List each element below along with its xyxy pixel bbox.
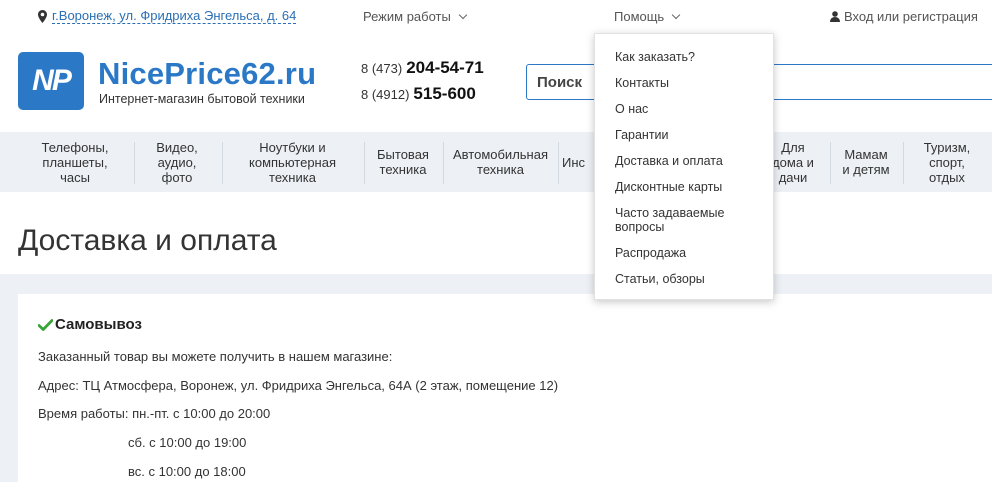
help-dropdown-menu: Как заказать? Контакты О нас Гарантии До… — [594, 33, 774, 300]
working-hours-label: Режим работы — [363, 9, 451, 24]
page-title: Доставка и оплата — [18, 224, 277, 257]
location-link[interactable]: г.Воронеж, ул. Фридриха Энгельса, д. 64 — [38, 9, 297, 24]
login-label: Вход или регистрация — [844, 9, 978, 24]
search-placeholder: Поиск — [537, 74, 583, 91]
nav-item-kids[interactable]: Мамам и детям — [833, 132, 899, 192]
menu-item-contacts[interactable]: Контакты — [615, 76, 669, 90]
brand-name[interactable]: NicePrice62.ru — [98, 56, 316, 92]
nav-item-tools[interactable]: Инс — [562, 132, 596, 192]
logo-mark: NP — [32, 64, 72, 97]
location-pin-icon — [38, 10, 47, 23]
pickup-hours-saturday: сб. с 10:00 до 19:00 — [128, 435, 247, 450]
nav-item-video[interactable]: Видео, аудио, фото — [137, 132, 217, 192]
nav-item-laptops[interactable]: Ноутбуки и компьютерная техника — [226, 132, 359, 192]
site-logo[interactable]: NP — [18, 52, 84, 110]
menu-item-articles[interactable]: Статьи, обзоры — [615, 272, 705, 286]
nav-item-phones[interactable]: Телефоны, планшеты, часы — [25, 132, 125, 192]
working-hours-menu[interactable]: Режим работы — [363, 9, 468, 24]
menu-item-faq[interactable]: Часто задаваемые вопросы — [615, 206, 724, 234]
login-link[interactable]: Вход или регистрация — [830, 9, 978, 24]
nav-item-auto[interactable]: Автомобильная техника — [446, 132, 555, 192]
nav-divider — [364, 142, 365, 184]
menu-item-about[interactable]: О нас — [615, 102, 648, 116]
chevron-down-icon — [458, 10, 468, 20]
phone-ryazan[interactable]: 8 (4912) 515-600 — [361, 84, 476, 104]
phone-number: 515-600 — [413, 84, 476, 103]
nav-divider — [134, 142, 135, 184]
pickup-hours-weekdays: Время работы: пн.-пт. с 10:00 до 20:00 — [38, 406, 271, 421]
location-text[interactable]: г.Воронеж, ул. Фридриха Энгельса, д. 64 — [52, 9, 297, 24]
chevron-down-icon — [671, 10, 681, 20]
user-icon — [830, 11, 840, 22]
nav-divider — [558, 142, 559, 184]
help-label: Помощь — [614, 9, 665, 24]
pickup-title: Самовывоз — [55, 316, 142, 333]
pickup-address: Адрес: ТЦ Атмосфера, Воронеж, ул. Фридри… — [38, 378, 559, 393]
menu-item-how-to-order[interactable]: Как заказать? — [615, 50, 695, 64]
phone-code: 8 (473) — [361, 61, 403, 76]
brand-tagline: Интернет-магазин бытовой техники — [99, 92, 305, 106]
menu-item-discount-cards[interactable]: Дисконтные карты — [615, 180, 722, 194]
phone-number: 204-54-71 — [406, 58, 484, 77]
nav-divider — [903, 142, 904, 184]
phone-code: 8 (4912) — [361, 87, 410, 102]
nav-divider — [443, 142, 444, 184]
check-icon — [38, 318, 53, 331]
nav-item-tourism[interactable]: Туризм, спорт, отдых — [906, 132, 988, 192]
nav-divider — [830, 142, 831, 184]
nav-item-appliances[interactable]: Бытовая техника — [367, 132, 439, 192]
pickup-intro: Заказанный товар вы можете получить в на… — [38, 349, 393, 364]
category-nav: Телефоны, планшеты, часы Видео, аудио, ф… — [0, 132, 992, 192]
menu-item-delivery[interactable]: Доставка и оплата — [615, 154, 723, 168]
menu-item-guarantees[interactable]: Гарантии — [615, 128, 669, 142]
pickup-hours-sunday: вс. с 10:00 до 18:00 — [128, 464, 246, 479]
pickup-section-heading: Самовывоз — [38, 316, 142, 333]
phone-voronezh[interactable]: 8 (473) 204-54-71 — [361, 58, 484, 78]
top-bar: г.Воронеж, ул. Фридриха Энгельса, д. 64 … — [0, 0, 992, 32]
nav-divider — [222, 142, 223, 184]
help-menu[interactable]: Помощь — [614, 9, 681, 24]
menu-item-sale[interactable]: Распродажа — [615, 246, 686, 260]
